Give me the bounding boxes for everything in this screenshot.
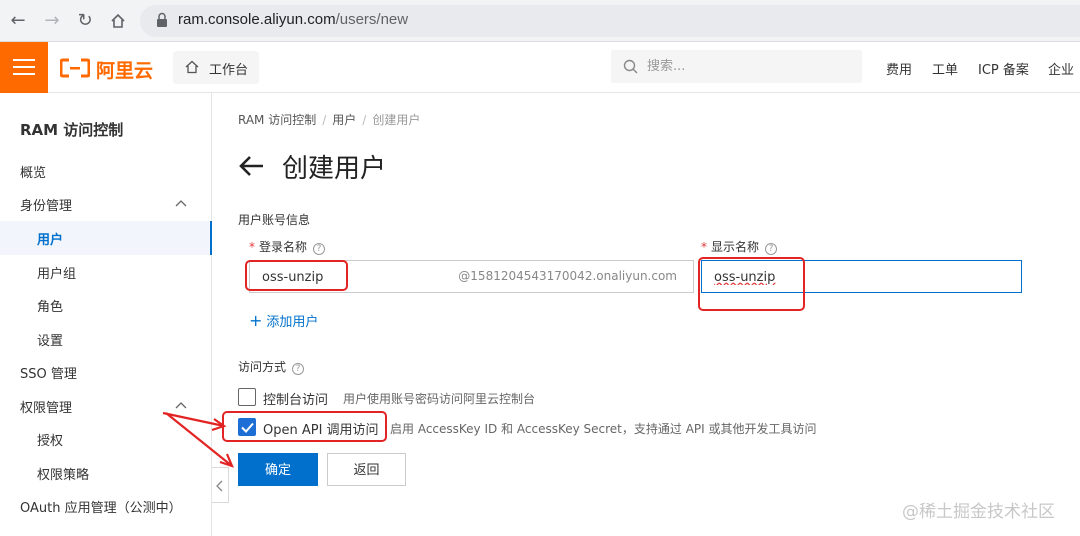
sidebar-item-settings[interactable]: 设置 — [0, 322, 211, 356]
search-input[interactable] — [647, 56, 847, 77]
sidebar-item-groups[interactable]: 用户组 — [0, 255, 211, 289]
back-arrow-icon[interactable] — [238, 155, 264, 177]
lock-icon — [157, 12, 167, 27]
header-link-icp[interactable]: ICP 备案 — [978, 59, 1029, 78]
access-section-label: 访问方式? — [238, 358, 305, 375]
help-icon[interactable]: ? — [292, 363, 305, 375]
sidebar-item-policies[interactable]: 权限策略 — [0, 456, 211, 490]
logo-text: 阿里云 — [96, 60, 154, 82]
browser-toolbar: ← → ↻ ram.console.aliyun.com/users/new — [0, 0, 1080, 42]
sidebar-item-permissions[interactable]: 权限管理 — [0, 389, 211, 423]
annotation-highlight-box — [222, 411, 387, 442]
sidebar-title: RAM 访问控制 — [20, 121, 124, 139]
header-link-billing[interactable]: 费用 — [886, 59, 912, 78]
watermark: @稀土掘金技术社区 — [902, 502, 1055, 522]
console-access-label: 控制台访问 — [263, 393, 329, 408]
login-domain-suffix: @1581204543170042.onaliyun.com — [458, 269, 677, 283]
back-button[interactable]: 返回 — [327, 453, 406, 486]
back-nav-icon[interactable]: ← — [6, 9, 30, 33]
breadcrumb-item-current: 创建用户 — [372, 113, 421, 127]
home-icon — [185, 60, 199, 74]
chevron-up-icon — [175, 402, 187, 409]
sidebar-item-identity[interactable]: 身份管理 — [0, 187, 211, 221]
help-icon[interactable]: ? — [765, 243, 778, 255]
annotation-highlight-box — [698, 257, 805, 311]
sidebar-item-grants[interactable]: 授权 — [0, 422, 211, 456]
add-user-link[interactable]: + 添加用户 — [249, 311, 318, 330]
header-link-enterprise[interactable]: 企业 — [1048, 59, 1074, 78]
annotation-arrowhead — [219, 453, 234, 468]
help-icon[interactable]: ? — [313, 243, 326, 255]
menu-icon[interactable] — [0, 42, 48, 93]
url-text: ram.console.aliyun.com/users/new — [178, 11, 409, 28]
sidebar-item-roles[interactable]: 角色 — [0, 288, 211, 322]
login-name-label: * 登录名称? — [249, 238, 326, 255]
reload-icon[interactable]: ↻ — [73, 9, 97, 33]
breadcrumb-item-users[interactable]: 用户 — [332, 113, 356, 127]
sidebar-item-oauth[interactable]: OAuth 应用管理（公测中） — [0, 489, 211, 523]
sidebar-item-sso[interactable]: SSO 管理 — [0, 355, 211, 389]
forward-nav-icon[interactable]: → — [40, 9, 64, 33]
workbench-button[interactable]: 工作台 — [173, 51, 259, 84]
breadcrumb-item-ram[interactable]: RAM 访问控制 — [238, 113, 316, 127]
aliyun-logo-icon — [60, 58, 90, 78]
console-access-checkbox[interactable] — [238, 388, 256, 406]
sidebar-item-overview[interactable]: 概览 — [0, 154, 211, 188]
home-nav-icon[interactable] — [106, 9, 130, 33]
sidebar: RAM 访问控制 概览 身份管理 用户 用户组 角色 设置 SSO 管理 权限管… — [0, 93, 212, 536]
page-title: 创建用户 — [282, 154, 387, 184]
account-section-label: 用户账号信息 — [238, 213, 311, 227]
breadcrumb: RAM 访问控制 / 用户 / 创建用户 — [238, 113, 421, 127]
annotation-highlight-box — [245, 260, 348, 291]
console-access-description: 用户使用账号密码访问阿里云控制台 — [343, 392, 536, 406]
search-box[interactable] — [611, 50, 862, 83]
plus-icon: + — [249, 311, 263, 330]
address-bar[interactable]: ram.console.aliyun.com/users/new — [140, 5, 1080, 37]
workbench-label: 工作台 — [209, 63, 249, 78]
api-access-description: 启用 AccessKey ID 和 AccessKey Secret，支持通过 … — [390, 422, 817, 436]
header-link-tickets[interactable]: 工单 — [932, 59, 958, 78]
chevron-up-icon — [175, 200, 187, 207]
search-icon — [623, 59, 638, 74]
sidebar-collapse-toggle[interactable] — [212, 467, 229, 503]
console-header: 阿里云 工作台 费用 工单 ICP 备案 企业 — [0, 42, 1080, 93]
display-name-label: * 显示名称? — [701, 238, 778, 255]
confirm-button[interactable]: 确定 — [238, 453, 318, 486]
sidebar-item-users[interactable]: 用户 — [0, 221, 212, 255]
chevron-left-icon — [216, 480, 223, 492]
